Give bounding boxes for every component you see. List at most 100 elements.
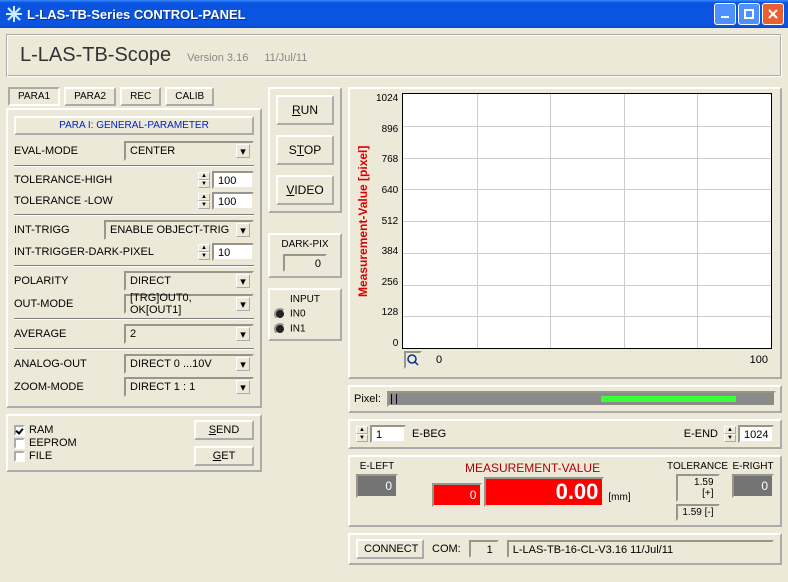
pixel-bar [387, 391, 776, 407]
analog-out-dropdown[interactable]: DIRECT 0 ...10V ▾ [124, 354, 254, 374]
zoom-mode-dropdown[interactable]: DIRECT 1 : 1 ▾ [124, 377, 254, 397]
tol-low-spin[interactable]: ▲▼ [198, 193, 210, 209]
int-trigg-label: INT-TRIGG [14, 224, 70, 236]
com-value: 1 [469, 540, 499, 558]
input-title: INPUT [274, 294, 336, 305]
polarity-label: POLARITY [14, 275, 68, 287]
chevron-down-icon: ▾ [236, 297, 250, 311]
out-mode-label: OUT-MODE [14, 298, 73, 310]
int-trigg-dropdown[interactable]: ENABLE OBJECT-TRIG ▾ [104, 220, 254, 240]
chevron-down-icon: ▾ [236, 380, 250, 394]
out-mode-dropdown[interactable]: [TRG]OUT0, OK[OUT1] ▾ [124, 294, 254, 314]
chevron-down-icon: ▾ [236, 327, 250, 341]
unit-label: [mm] [606, 492, 632, 507]
measurement-value-mm: 0.00 [484, 477, 604, 507]
y-axis-label: Measurement-Value [pixel] [354, 93, 372, 349]
tolerance-label: TOLERANCE [667, 461, 728, 472]
window-title: L-LAS-TB-Series CONTROL-PANEL [27, 7, 714, 22]
analog-out-label: ANALOG-OUT [14, 358, 87, 370]
polarity-dropdown[interactable]: DIRECT ▾ [124, 271, 254, 291]
get-button[interactable]: GET [194, 446, 254, 466]
header: L-LAS-TB-Scope Version 3.16 11/Jul/11 [6, 34, 782, 77]
ram-label: RAM [29, 424, 53, 436]
eleft-value: 0 [356, 474, 398, 498]
titlebar: L-LAS-TB-Series CONTROL-PANEL [0, 0, 788, 28]
ebeg-spin[interactable]: ▲▼ [356, 426, 368, 442]
in1-led [274, 323, 286, 335]
video-button[interactable]: VIDEO [276, 175, 334, 205]
stop-button[interactable]: STOP [276, 135, 334, 165]
minimize-button[interactable] [714, 3, 736, 25]
average-dropdown[interactable]: 2 ▾ [124, 324, 254, 344]
control-buttons: RUN STOP VIDEO [268, 87, 342, 213]
int-trigg-dark-spin[interactable]: ▲▼ [198, 244, 210, 260]
eleft-label: E-LEFT [360, 461, 394, 472]
ebeg-input[interactable]: 1 [370, 425, 406, 443]
eval-mode-label: EVAL-MODE [14, 145, 78, 157]
chevron-down-icon: ▾ [236, 274, 250, 288]
eend-input[interactable]: 1024 [738, 425, 774, 443]
memory-panel: RAM EEPROM FILE SEND GET [6, 414, 262, 472]
measurement-value-px: 0 [432, 483, 482, 507]
tabs: PARA1 PARA2 REC CALIB [6, 87, 262, 106]
measurement-value-label: MEASUREMENT-VALUE [465, 461, 600, 475]
int-trigg-dark-label: INT-TRIGGER-DARK-PIXEL [14, 246, 154, 258]
tol-minus-value: 1.59 [-] [676, 504, 720, 521]
app-title: L-LAS-TB-Scope [20, 44, 171, 67]
in1-label: IN1 [290, 324, 306, 335]
tab-para1[interactable]: PARA1 [8, 87, 60, 106]
chevron-down-icon: ▾ [236, 223, 250, 237]
ebeg-label: E-BEG [412, 428, 446, 440]
input-panel: INPUT IN0 IN1 [268, 288, 342, 341]
connect-button[interactable]: CONNECT [356, 539, 424, 559]
tab-rec[interactable]: REC [120, 87, 161, 106]
eend-label: E-END [684, 428, 718, 440]
eend-spin[interactable]: ▲▼ [724, 426, 736, 442]
dark-pix-value: 0 [283, 254, 327, 272]
app-icon [6, 6, 22, 22]
chevron-down-icon: ▾ [236, 144, 250, 158]
dark-pix-label: DARK-PIX [274, 239, 336, 250]
tol-low-input[interactable]: 100 [212, 192, 254, 210]
tol-high-spin[interactable]: ▲▼ [198, 172, 210, 188]
run-button[interactable]: RUN [276, 95, 334, 125]
connect-panel: CONNECT COM: 1 L-LAS-TB-16-CL-V3.16 11/J… [348, 533, 782, 565]
in0-label: IN0 [290, 309, 306, 320]
para1-header: PARA I: GENERAL-PARAMETER [14, 116, 254, 135]
measurement-panel: E-LEFT 0 MEASUREMENT-VALUE 0 0.00 [mm] T… [348, 455, 782, 527]
zoom-mode-label: ZOOM-MODE [14, 381, 84, 393]
eval-mode-dropdown[interactable]: CENTER ▾ [124, 141, 254, 161]
tab-para2[interactable]: PARA2 [64, 87, 116, 106]
close-button[interactable] [762, 3, 784, 25]
chart-plot[interactable] [402, 93, 772, 349]
tol-high-input[interactable]: 100 [212, 171, 254, 189]
com-label: COM: [432, 543, 461, 555]
tab-calib[interactable]: CALIB [165, 87, 214, 106]
eeprom-checkbox[interactable] [14, 438, 25, 449]
y-ticks: 1024 896 768 640 512 384 256 128 0 [372, 93, 402, 349]
tol-low-label: TOLERANCE -LOW [14, 195, 113, 207]
eright-label: E-RIGHT [732, 461, 773, 472]
eright-value: 0 [732, 474, 774, 498]
para1-panel: PARA I: GENERAL-PARAMETER EVAL-MODE CENT… [6, 108, 262, 408]
file-label: FILE [29, 450, 52, 462]
zoom-icon[interactable] [404, 351, 422, 369]
ram-checkbox[interactable] [14, 425, 25, 436]
chevron-down-icon: ▾ [236, 357, 250, 371]
pixel-bar-panel: Pixel: [348, 385, 782, 413]
maximize-button[interactable] [738, 3, 760, 25]
connect-status: L-LAS-TB-16-CL-V3.16 11/Jul/11 [507, 540, 774, 558]
file-checkbox[interactable] [14, 451, 25, 462]
x-tick-0: 0 [436, 354, 442, 366]
tol-high-label: TOLERANCE-HIGH [14, 174, 112, 186]
int-trigg-dark-input[interactable]: 10 [212, 243, 254, 261]
x-tick-1: 100 [750, 354, 768, 366]
send-button[interactable]: SEND [194, 420, 254, 440]
app-version: Version 3.16 [187, 52, 248, 64]
ebeg-panel: ▲▼ 1 E-BEG E-END ▲▼ 1024 [348, 419, 782, 449]
tol-plus-value: 1.59 [+] [676, 474, 720, 502]
in0-led [274, 308, 286, 320]
average-label: AVERAGE [14, 328, 66, 340]
dark-pix-panel: DARK-PIX 0 [268, 233, 342, 278]
eeprom-label: EEPROM [29, 437, 77, 449]
